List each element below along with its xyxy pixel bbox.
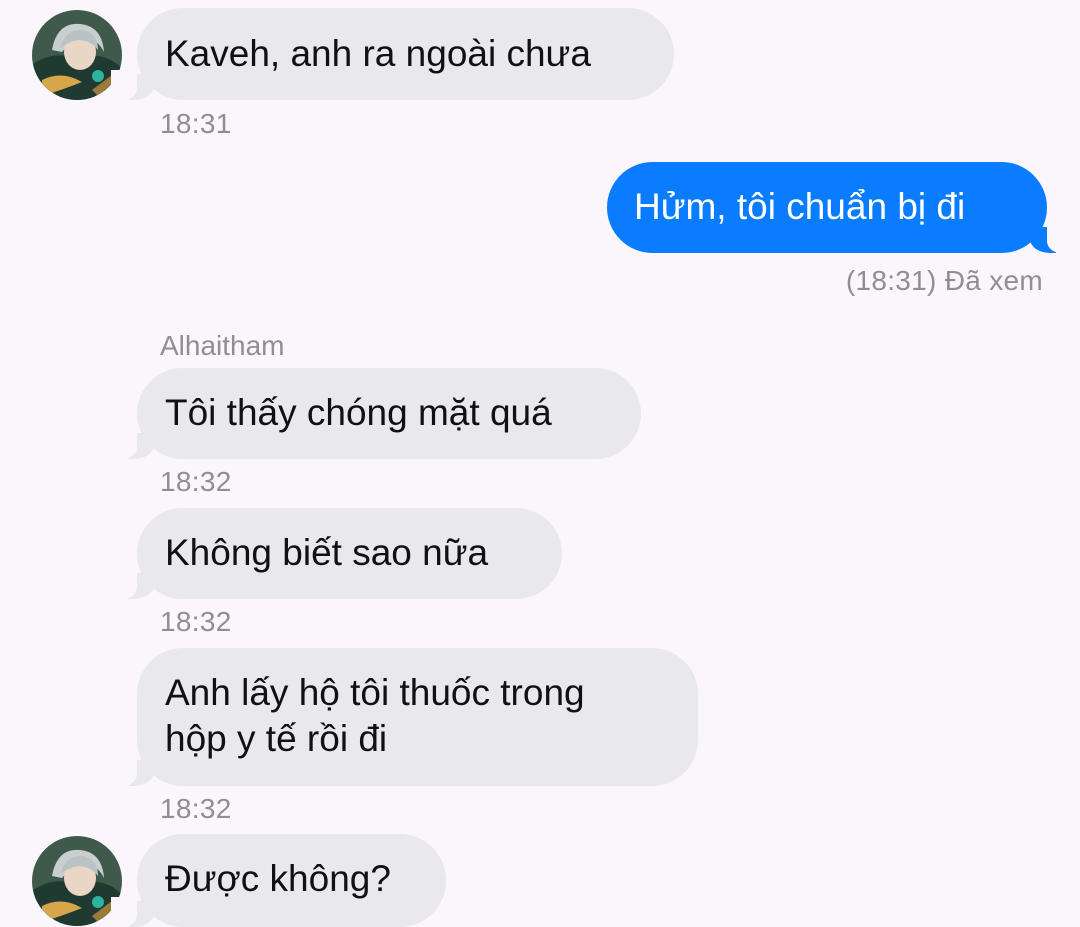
message-timestamp: 18:32: [160, 466, 232, 497]
contact-avatar[interactable]: [32, 10, 122, 100]
message-thread[interactable]: Kaveh, anh ra ngoài chưa 18:31 Hửm, tôi …: [0, 0, 1080, 927]
message-timestamp: 18:31: [160, 108, 232, 139]
sender-name: Alhaitham: [160, 330, 285, 361]
message-bubble-incoming[interactable]: Anh lấy hộ tôi thuốc trong hộp y tế rồi …: [111, 648, 698, 786]
message-bubble-incoming[interactable]: Kaveh, anh ra ngoài chưa: [111, 8, 674, 100]
message-bubble-incoming[interactable]: Tôi thấy chóng mặt quá: [111, 368, 641, 459]
message-text-line-1: Anh lấy hộ tôi thuốc trong: [165, 672, 585, 713]
seen-status: (18:31) Đã xem: [845, 265, 1043, 296]
message-text-line-2: hộp y tế rồi đi: [165, 718, 388, 759]
avatar-image-icon: [32, 836, 122, 926]
message-bubble-outgoing[interactable]: Hửm, tôi chuẩn bị đi: [607, 162, 1073, 253]
message-timestamp: 18:32: [160, 606, 232, 637]
message-text: Không biết sao nữa: [165, 532, 489, 573]
message-timestamp: 18:32: [160, 793, 232, 824]
message-text: Kaveh, anh ra ngoài chưa: [165, 33, 591, 74]
message-bubble-incoming[interactable]: Không biết sao nữa: [111, 508, 562, 599]
contact-avatar[interactable]: [32, 836, 122, 926]
message-text: Hửm, tôi chuẩn bị đi: [634, 186, 966, 227]
message-text: Được không?: [165, 858, 391, 899]
message-bubble-incoming[interactable]: Được không?: [111, 834, 446, 927]
avatar-image-icon: [32, 10, 122, 100]
message-text: Tôi thấy chóng mặt quá: [165, 392, 552, 433]
